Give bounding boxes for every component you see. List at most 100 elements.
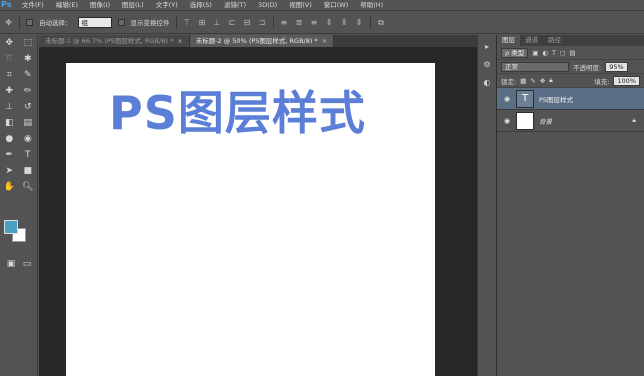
menu-edit[interactable]: 编辑(E)	[50, 0, 84, 10]
lock-pixels-icon[interactable]: ✎	[530, 77, 535, 85]
separator	[175, 15, 177, 29]
screen-mode-icon[interactable]: ▭	[20, 257, 34, 271]
tools-panel: ✥ ⬚ ➰ ✱ ⌗ ✎ ✚ ✏ ⊥ ↺ ◧ ▤ ● ◉ ✒ T ➤ ■ ✋ 🔍︎ ▣ ▭	[0, 35, 38, 376]
distribute-middle-icon[interactable]: ≣	[295, 18, 304, 27]
move-tool-icon[interactable]: ✥	[4, 18, 13, 27]
separator	[272, 15, 274, 29]
menu-filter[interactable]: 滤镜(T)	[218, 0, 252, 10]
gradient-icon[interactable]: ▤	[21, 116, 35, 130]
menu-3d[interactable]: 3D(D)	[252, 0, 283, 10]
menu-view[interactable]: 视图(V)	[283, 0, 318, 10]
type-icon[interactable]: T	[21, 148, 35, 162]
lock-label: 锁定:	[501, 77, 517, 86]
auto-align-icon[interactable]: ⧉	[377, 18, 386, 27]
canvas-text-layer[interactable]: PS图层样式	[109, 77, 366, 143]
blend-mode-dropdown[interactable]: 正常	[501, 61, 569, 72]
quick-select-icon[interactable]: ✱	[21, 52, 35, 66]
options-bar: ✥ 自动选择： 组 显示变换控件 ⊤ ⊞ ⊥ ⊏ ⊟ ⊐ ≡ ≣ ≡ ⦀ ⫴ ⦀…	[0, 10, 644, 34]
separator	[19, 15, 20, 29]
tab-channels[interactable]: 通道	[520, 35, 543, 46]
eye-icon[interactable]: ◉	[503, 117, 511, 125]
document-tab-label: 未标题-1 @ 66.7% (PS图层样式, RGB/8) *	[45, 37, 174, 45]
blur-icon[interactable]: ●	[2, 132, 16, 146]
eraser-icon[interactable]: ◧	[2, 116, 16, 130]
menu-select[interactable]: 选择(S)	[184, 0, 218, 10]
hand-icon[interactable]: ✋	[2, 180, 16, 194]
photoshop-logo: Ps	[1, 0, 12, 9]
menu-bar: Ps 文件(F) 编辑(E) 图像(I) 图层(L) 文字(Y) 选择(S) 滤…	[0, 0, 644, 10]
move-icon[interactable]: ✥	[2, 36, 16, 50]
document-tab-2[interactable]: 未标题-2 @ 50% (PS图层样式, RGB/8) * ×	[189, 35, 335, 47]
layer-background[interactable]: ◉ 背景 🔒︎	[497, 110, 644, 132]
panel-dock: ▸ ⚙ ◐	[477, 35, 495, 376]
path-select-icon[interactable]: ➤	[2, 164, 16, 178]
show-transform-checkbox[interactable]	[117, 18, 125, 26]
layer-filter-row: ρ 类型 ▣ ◐ T ◻ ▤	[497, 46, 644, 60]
menu-file[interactable]: 文件(F)	[16, 0, 50, 10]
fill-input[interactable]: 100%	[613, 75, 640, 86]
auto-select-checkbox[interactable]	[26, 18, 33, 26]
crop-icon[interactable]: ⌗	[2, 68, 16, 82]
history-panel-icon[interactable]: ▸	[481, 41, 493, 53]
foreground-color-swatch[interactable]	[4, 220, 18, 234]
canvas[interactable]: PS图层样式	[66, 63, 435, 376]
history-brush-icon[interactable]: ↺	[21, 100, 35, 114]
shape-icon[interactable]: ■	[21, 164, 35, 178]
quick-mask-icon[interactable]: ▣	[4, 257, 18, 271]
distribute-right-icon[interactable]: ⦀	[355, 18, 364, 27]
distribute-top-icon[interactable]: ≡	[280, 18, 289, 27]
auto-select-label: 自动选择：	[39, 19, 72, 27]
filter-type-icon[interactable]: T	[552, 49, 556, 57]
lock-transparent-icon[interactable]: ▦	[520, 77, 526, 85]
distribute-center-icon[interactable]: ⫴	[340, 18, 349, 27]
distribute-left-icon[interactable]: ⦀	[325, 18, 334, 27]
opacity-input[interactable]: 95%	[605, 61, 628, 72]
align-center-icon[interactable]: ⊟	[243, 18, 252, 27]
menu-image[interactable]: 图像(I)	[84, 0, 116, 10]
healing-brush-icon[interactable]: ✚	[2, 84, 16, 98]
fill-label: 填充:	[594, 77, 610, 86]
menu-layer[interactable]: 图层(L)	[116, 0, 150, 10]
layer-name: 背景	[539, 117, 552, 126]
align-bottom-icon[interactable]: ⊥	[213, 18, 222, 27]
dodge-icon[interactable]: ◉	[21, 132, 35, 146]
distribute-bottom-icon[interactable]: ≡	[310, 18, 319, 27]
close-icon[interactable]: ×	[177, 37, 182, 45]
menu-help[interactable]: 帮助(H)	[354, 0, 389, 10]
background-layer-thumbnail	[516, 111, 534, 130]
filter-adjust-icon[interactable]: ◐	[542, 49, 548, 57]
lock-icon: 🔒︎	[632, 116, 636, 124]
layers-panel: 图层 通道 路径 ρ 类型 ▣ ◐ T ◻ ▤ 正常 不透明度: 95% 锁定:…	[496, 35, 644, 376]
pen-icon[interactable]: ✒	[2, 148, 16, 162]
brush-icon[interactable]: ✏	[21, 84, 35, 98]
lasso-icon[interactable]: ➰	[2, 52, 16, 66]
filter-pixel-icon[interactable]: ▣	[532, 49, 538, 57]
align-top-icon[interactable]: ⊤	[183, 18, 192, 27]
clone-stamp-icon[interactable]: ⊥	[2, 100, 16, 114]
layer-text[interactable]: ◉ T PS图层样式	[497, 88, 644, 110]
document-tab-1[interactable]: 未标题-1 @ 66.7% (PS图层样式, RGB/8) * ×	[39, 35, 190, 47]
eye-icon[interactable]: ◉	[503, 95, 511, 103]
layer-filter-dropdown[interactable]: ρ 类型	[501, 47, 529, 58]
show-transform-label: 显示变换控件	[130, 19, 170, 27]
filter-smart-icon[interactable]: ▤	[569, 49, 575, 57]
align-right-icon[interactable]: ⊐	[258, 18, 267, 27]
tab-layers[interactable]: 图层	[497, 35, 520, 46]
layer-name: PS图层样式	[539, 95, 574, 104]
properties-panel-icon[interactable]: ⚙	[481, 59, 493, 71]
close-icon[interactable]: ×	[322, 37, 327, 45]
align-left-icon[interactable]: ⊏	[228, 18, 237, 27]
lock-all-icon[interactable]: 🔒︎	[549, 76, 552, 85]
auto-select-dropdown[interactable]: 组	[77, 16, 112, 28]
filter-shape-icon[interactable]: ◻	[560, 49, 565, 57]
zoom-icon[interactable]: 🔍︎	[21, 180, 35, 194]
menu-type[interactable]: 文字(Y)	[150, 0, 184, 10]
marquee-icon[interactable]: ⬚	[21, 36, 35, 50]
document-tab-label: 未标题-2 @ 50% (PS图层样式, RGB/8) *	[195, 37, 318, 45]
eyedropper-icon[interactable]: ✎	[21, 68, 35, 82]
tab-paths[interactable]: 路径	[543, 35, 566, 46]
menu-window[interactable]: 窗口(W)	[318, 0, 355, 10]
align-middle-icon[interactable]: ⊞	[198, 18, 207, 27]
adjustments-panel-icon[interactable]: ◐	[481, 77, 493, 89]
lock-position-icon[interactable]: ✥	[540, 77, 545, 85]
